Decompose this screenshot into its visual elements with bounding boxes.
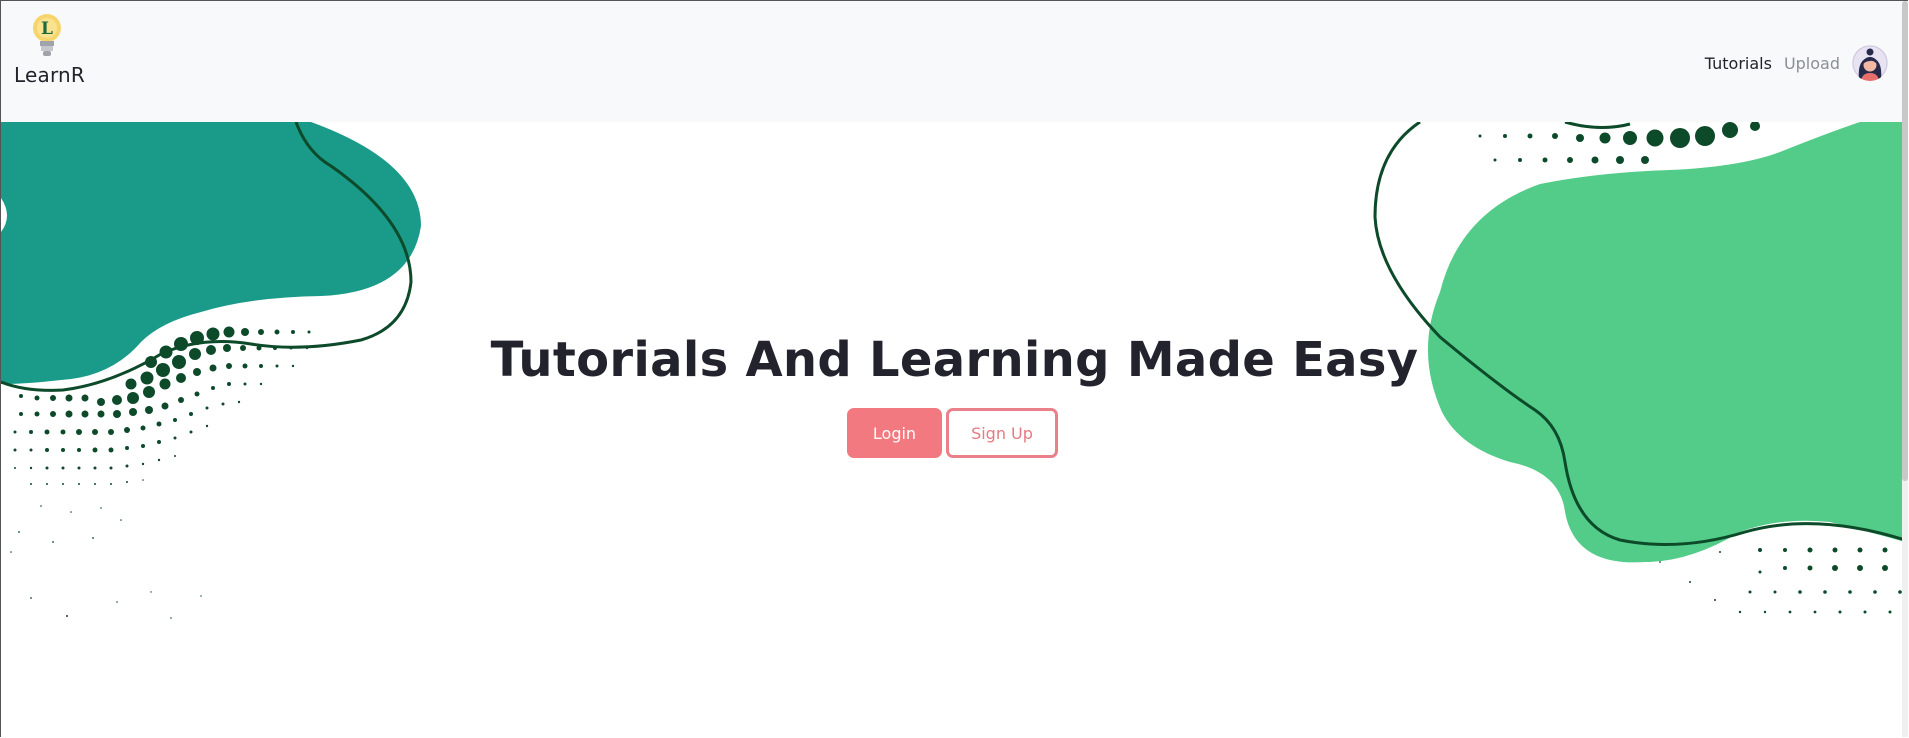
nav-links: Tutorials Upload [1705,43,1888,83]
lightbulb-logo-icon: L [33,14,61,56]
hero-title: Tutorials And Learning Made Easy [490,332,1419,388]
login-button[interactable]: Login [847,408,942,458]
nav-tutorials-link[interactable]: Tutorials [1705,54,1772,73]
nav-upload-link[interactable]: Upload [1784,54,1840,73]
signup-button[interactable]: Sign Up [946,408,1058,458]
brand-name: LearnR [14,63,85,87]
navbar: L LearnR Tutorials Upload [1,1,1906,122]
user-avatar[interactable] [1852,45,1888,81]
svg-text:L: L [41,19,53,39]
avatar-icon [1852,45,1888,81]
scrollbar-thumb[interactable] [1902,1,1908,481]
